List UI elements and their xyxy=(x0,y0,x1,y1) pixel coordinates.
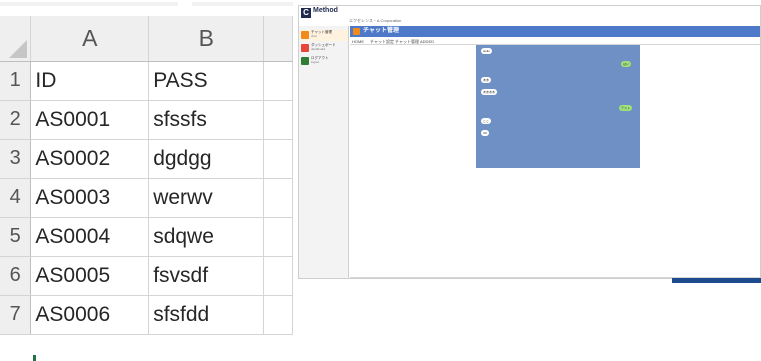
cell-c3[interactable] xyxy=(263,139,293,179)
sidebar-item-sublabel: chat xyxy=(311,34,317,38)
row-header[interactable]: 1 xyxy=(0,61,32,101)
cell-b2[interactable]: sfssfs xyxy=(148,100,265,140)
chat-bubble: ここ xyxy=(481,118,492,124)
tab-added[interactable]: ADDED xyxy=(420,39,434,44)
cell-c1[interactable] xyxy=(263,61,293,101)
cell-a7[interactable]: AS0006 xyxy=(30,295,150,335)
chat-icon xyxy=(353,28,360,35)
chat-bubble: ああああ xyxy=(481,89,498,95)
column-header-row: A B xyxy=(0,16,293,62)
table-row: 2 AS0001 sfssfs xyxy=(0,100,293,140)
cell-c4[interactable] xyxy=(263,178,293,218)
cell-b3[interactable]: dgdgg xyxy=(148,139,265,179)
sidebar-item-sublabel: dashboard xyxy=(311,47,326,51)
table-row: 1 ID PASS xyxy=(0,61,293,101)
chat-bubble: テスト xyxy=(619,105,633,111)
chat-bubble: ああ xyxy=(481,77,492,83)
logout-icon xyxy=(301,57,309,65)
cell-c7[interactable] xyxy=(263,295,293,335)
logo-icon: C xyxy=(301,8,311,18)
page-title-bar: チャット管理 xyxy=(350,26,760,37)
spreadsheet-toolbar-strip xyxy=(0,0,293,8)
cell-a4[interactable]: AS0003 xyxy=(30,178,150,218)
table-row: 7 AS0006 sfsfdd xyxy=(0,295,293,335)
column-header-c[interactable] xyxy=(263,16,293,62)
chat-bubble: OK xyxy=(481,130,490,136)
cell-b4[interactable]: werwv xyxy=(148,178,265,218)
formula-bar-left xyxy=(0,2,178,6)
cell-c5[interactable] xyxy=(263,217,293,257)
cell-a6[interactable]: AS0005 xyxy=(30,256,150,296)
cell-a2[interactable]: AS0001 xyxy=(30,100,150,140)
sidebar-item-logout[interactable]: ログアウト logout xyxy=(300,56,348,67)
row-header[interactable]: 2 xyxy=(0,100,32,140)
tab-home[interactable]: HOME xyxy=(352,39,364,44)
cell-a3[interactable]: AS0002 xyxy=(30,139,150,179)
cell-b7[interactable]: sfsfdd xyxy=(148,295,265,335)
tab-chat-settings[interactable]: チャット設定 xyxy=(370,39,394,44)
spreadsheet-grid: A B 1 ID PASS 2 AS0001 sfssfs 3 AS0002 d… xyxy=(0,16,293,335)
cell-a5[interactable]: AS0004 xyxy=(30,217,150,257)
sidebar-item-dashboard[interactable]: ダッシュボード dashboard xyxy=(300,43,348,54)
table-row: 4 AS0003 werwv xyxy=(0,178,293,218)
row-header[interactable]: 5 xyxy=(0,217,32,257)
sidebar-item-chat[interactable]: チャット管理 chat xyxy=(300,30,348,41)
table-row: 5 AS0004 sdqwe xyxy=(0,217,293,257)
spreadsheet-panel: A B 1 ID PASS 2 AS0001 sfssfs 3 AS0002 d… xyxy=(0,0,293,361)
chat-bubble: はい xyxy=(621,61,632,67)
table-row: 6 AS0005 fsvsdf xyxy=(0,256,293,296)
sidebar: チャット管理 chat ダッシュボード dashboard ログアウト logo… xyxy=(299,26,349,278)
formula-bar-right xyxy=(192,2,293,6)
row-header[interactable]: 6 xyxy=(0,256,32,296)
logo-text: Method xyxy=(313,7,338,14)
page-title: チャット管理 xyxy=(363,28,399,34)
tab-chat-manage[interactable]: チャット管理 xyxy=(395,39,419,44)
column-header-b[interactable]: B xyxy=(148,16,265,62)
sidebar-item-sublabel: logout xyxy=(311,60,320,64)
home-icon xyxy=(301,44,309,52)
active-cell-indicator xyxy=(33,355,36,361)
chat-preview-area: Hello はい ああ ああああ テスト ここ OK xyxy=(476,45,640,168)
cell-a1[interactable]: ID xyxy=(30,61,150,101)
column-header-a[interactable]: A xyxy=(30,16,150,62)
cell-b1[interactable]: PASS xyxy=(148,61,265,101)
table-row: 3 AS0002 dgdgg xyxy=(0,139,293,179)
app-window: C Method エクセレンス・A Corporation チャット管理 cha… xyxy=(298,5,761,279)
breadcrumb: エクセレンス・A Corporation xyxy=(349,18,402,23)
select-all-corner[interactable] xyxy=(0,16,32,62)
cell-b6[interactable]: fsvsdf xyxy=(148,256,265,296)
cell-c6[interactable] xyxy=(263,256,293,296)
select-all-icon xyxy=(9,39,28,58)
chat-bubble: Hello xyxy=(481,48,492,54)
row-header[interactable]: 4 xyxy=(0,178,32,218)
chat-icon xyxy=(301,31,309,39)
cell-c2[interactable] xyxy=(263,100,293,140)
app-header: C Method エクセレンス・A Corporation xyxy=(299,6,760,26)
row-header[interactable]: 7 xyxy=(0,295,32,335)
row-header[interactable]: 3 xyxy=(0,139,32,179)
screen: A B 1 ID PASS 2 AS0001 sfssfs 3 AS0002 d… xyxy=(0,0,761,361)
cell-b5[interactable]: sdqwe xyxy=(148,217,265,257)
taskbar-fragment xyxy=(672,278,761,283)
